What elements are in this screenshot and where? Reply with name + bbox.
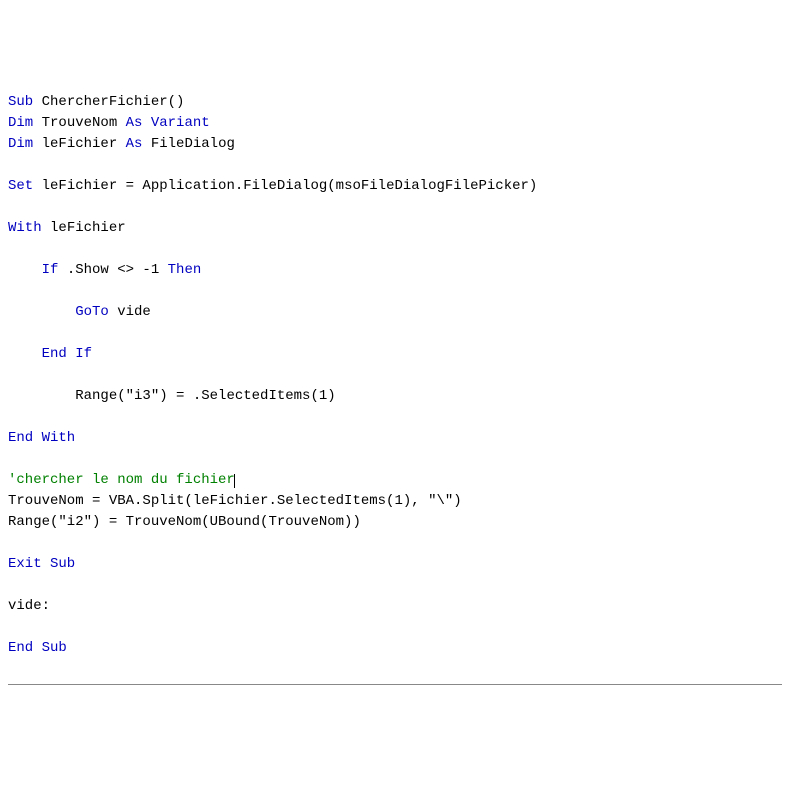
keyword-as-variant: As Variant <box>126 115 210 131</box>
keyword-endsub: End Sub <box>8 640 67 656</box>
code-line: Sub ChercherFichier() <box>8 92 782 113</box>
keyword-goto: GoTo <box>75 304 109 320</box>
keyword-endwith: End With <box>8 430 75 446</box>
code-line: vide: <box>8 596 782 617</box>
keyword-exitsub: Exit Sub <box>8 556 75 572</box>
keyword-with: With <box>8 220 42 236</box>
code-line: Range("i3") = .SelectedItems(1) <box>8 386 782 407</box>
code-text: Range("i2") = TrouveNom(UBound(TrouveNom… <box>8 514 361 530</box>
code-text: TrouveNom <box>33 115 125 131</box>
code-text: TrouveNom = VBA.Split(leFichier.Selected… <box>8 493 462 509</box>
indent <box>8 388 75 404</box>
code-text: leFichier <box>33 136 125 152</box>
keyword-set: Set <box>8 178 33 194</box>
code-line: GoTo vide <box>8 302 782 323</box>
divider <box>8 684 782 685</box>
label-vide: vide: <box>8 598 50 614</box>
code-line: End Sub <box>8 638 782 659</box>
code-line: Set leFichier = Application.FileDialog(m… <box>8 176 782 197</box>
code-text: ChercherFichier() <box>33 94 184 110</box>
text-cursor <box>234 474 235 488</box>
code-line: Dim TrouveNom As Variant <box>8 113 782 134</box>
code-line: If .Show <> -1 Then <box>8 260 782 281</box>
blank-line <box>8 575 782 596</box>
blank-line <box>8 449 782 470</box>
code-line: End If <box>8 344 782 365</box>
keyword-then: Then <box>168 262 202 278</box>
code-line: Exit Sub <box>8 554 782 575</box>
blank-line <box>8 533 782 554</box>
code-text: leFichier <box>42 220 126 236</box>
code-line: End With <box>8 428 782 449</box>
code-text: FileDialog <box>142 136 234 152</box>
blank-line <box>8 197 782 218</box>
blank-line <box>8 239 782 260</box>
code-text: vide <box>109 304 151 320</box>
code-text: .Show <> -1 <box>58 262 167 278</box>
keyword-if: If <box>42 262 59 278</box>
blank-line <box>8 281 782 302</box>
indent <box>8 304 75 320</box>
keyword-dim: Dim <box>8 115 33 131</box>
code-line: 'chercher le nom du fichier <box>8 470 782 491</box>
code-line: With leFichier <box>8 218 782 239</box>
keyword-dim: Dim <box>8 136 33 152</box>
blank-line <box>8 617 782 638</box>
keyword-sub: Sub <box>8 94 33 110</box>
blank-line <box>8 323 782 344</box>
code-line: Range("i2") = TrouveNom(UBound(TrouveNom… <box>8 512 782 533</box>
indent <box>8 346 42 362</box>
blank-line <box>8 155 782 176</box>
code-line: Dim leFichier As FileDialog <box>8 134 782 155</box>
keyword-endif: End If <box>42 346 92 362</box>
code-line: TrouveNom = VBA.Split(leFichier.Selected… <box>8 491 782 512</box>
code-text: leFichier = Application.FileDialog(msoFi… <box>33 178 537 194</box>
code-block: Sub ChercherFichier()Dim TrouveNom As Va… <box>8 92 782 659</box>
comment: 'chercher le nom du fichier <box>8 472 235 488</box>
indent <box>8 262 42 278</box>
code-text: Range("i3") = .SelectedItems(1) <box>75 388 335 404</box>
keyword-as: As <box>126 136 143 152</box>
blank-line <box>8 407 782 428</box>
blank-line <box>8 365 782 386</box>
